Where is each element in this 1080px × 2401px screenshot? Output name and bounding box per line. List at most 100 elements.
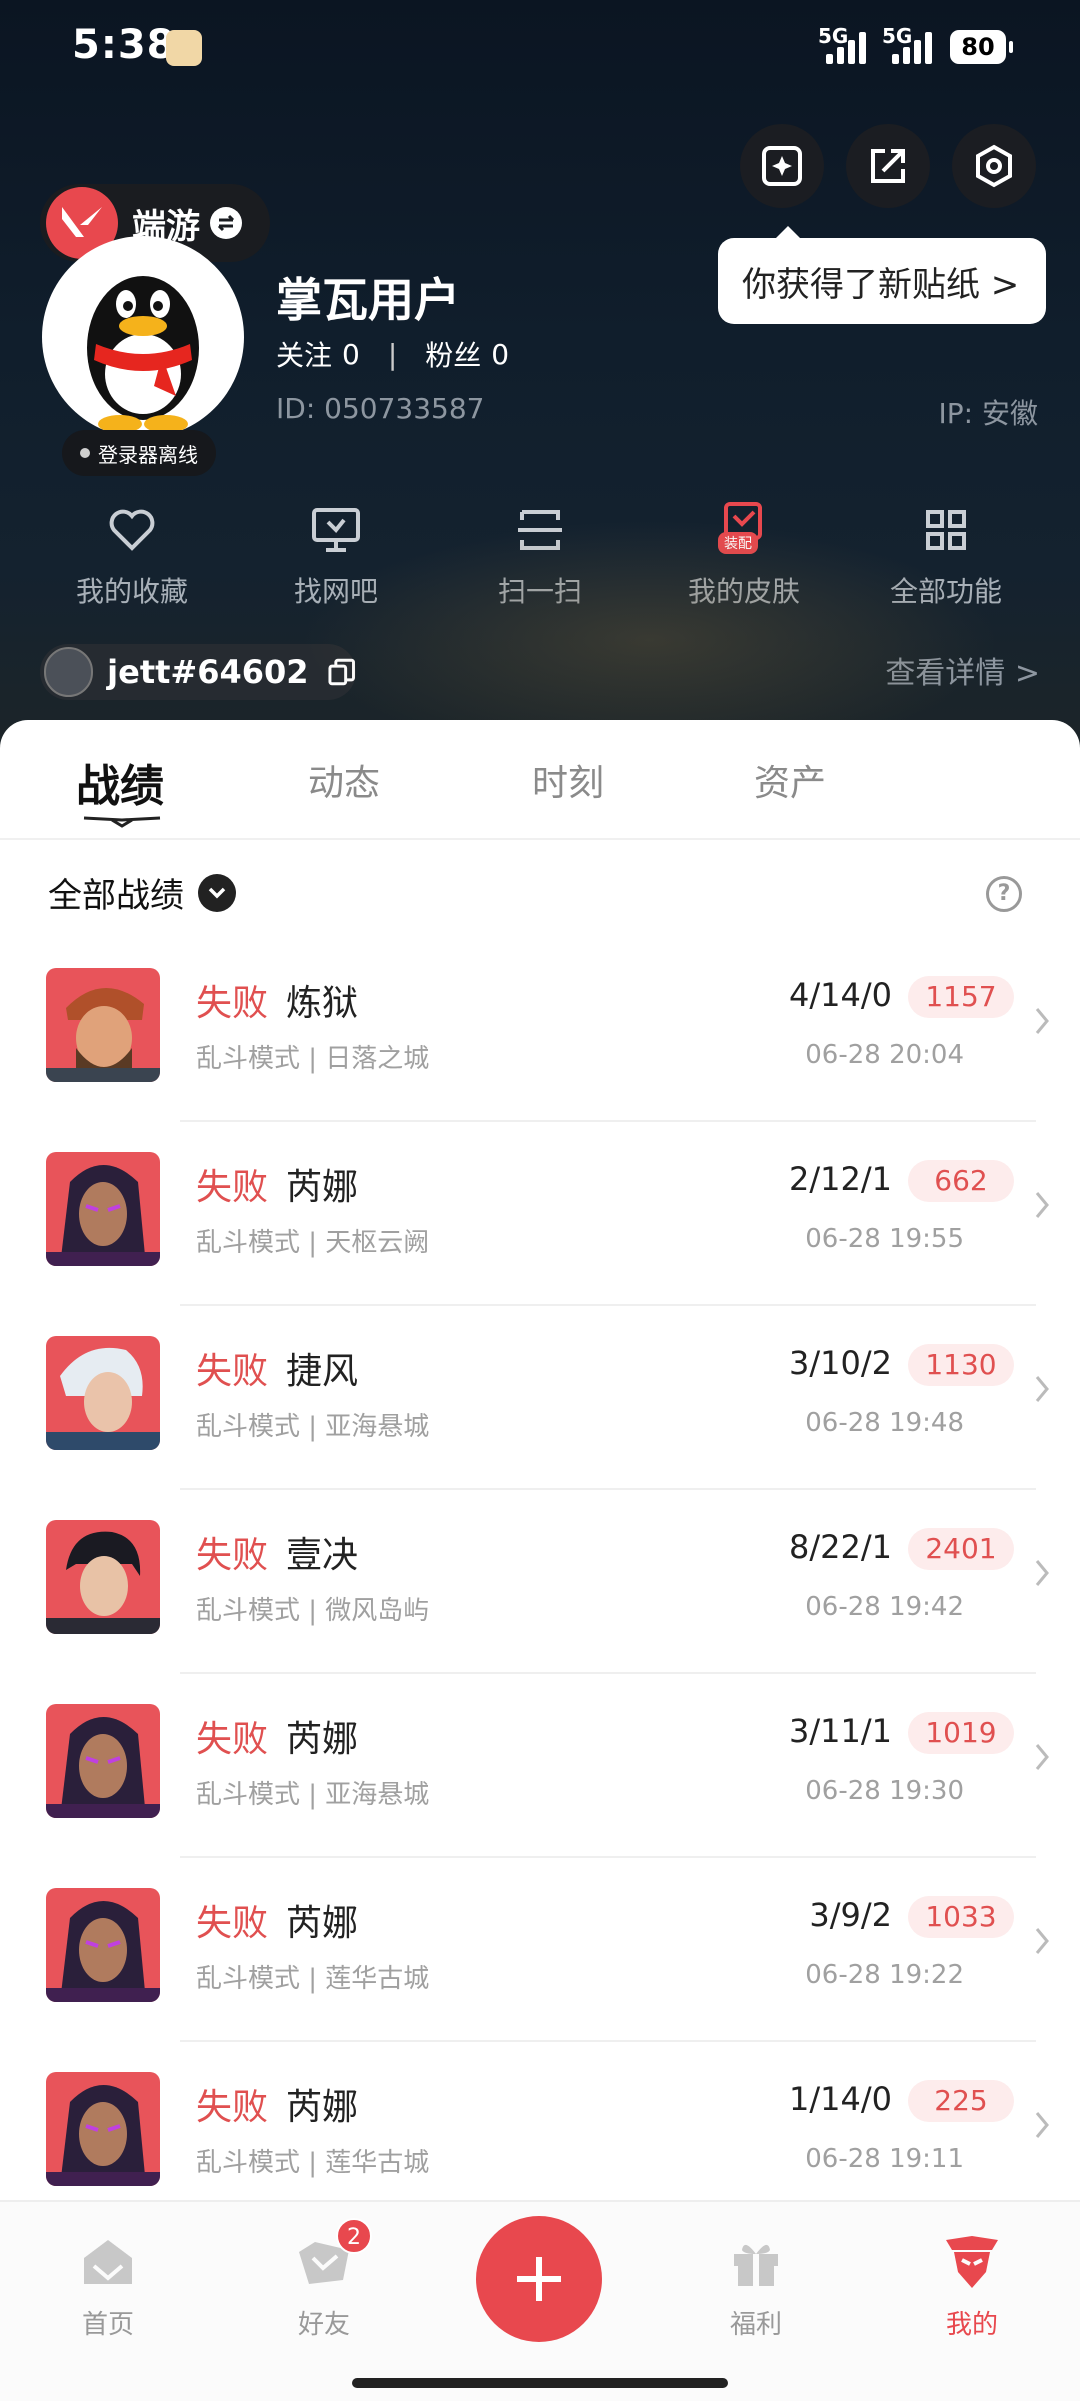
filter-label: 全部战绩 (48, 876, 184, 916)
agent-name: 芮娜 (286, 1719, 359, 1760)
share-button[interactable] (846, 124, 930, 208)
match-result: 失败 (196, 1719, 269, 1760)
battery-icon: 80 (950, 30, 1013, 64)
active-tab-indicator (83, 816, 161, 828)
agent-name: 捷风 (286, 1351, 359, 1392)
agent-name: 炼狱 (286, 983, 359, 1024)
login-status-label: 登录器离线 (98, 442, 198, 467)
avatar[interactable] (42, 236, 244, 438)
sticker-icon (762, 146, 802, 186)
match-score-badge: 1019 (908, 1712, 1014, 1754)
settings-button[interactable] (952, 124, 1036, 208)
notification-app-icon (166, 30, 202, 66)
ip-location: IP: 安徽 (938, 397, 1038, 430)
nav-label: 我的 (945, 2310, 998, 2340)
agent-name: 芮娜 (286, 1167, 359, 1208)
new-sticker-tooltip[interactable]: 你获得了新贴纸 > (718, 226, 1046, 324)
share-icon (871, 149, 905, 183)
help-icon[interactable]: ? (986, 876, 1022, 912)
match-score-badge: 1157 (908, 976, 1014, 1018)
nav-friends[interactable]: 2 好友 (254, 2218, 394, 2341)
match-kda: 8/22/1 (789, 1528, 892, 1566)
agent-avatar-icon (46, 1888, 160, 2002)
match-mode-map: 乱斗模式 | 莲华古城 (196, 2148, 430, 2178)
swap-icon (210, 207, 242, 239)
match-mode-map: 乱斗模式 | 亚海悬城 (196, 1412, 430, 1442)
view-details-link[interactable]: 查看详情 > (885, 648, 1040, 692)
chevron-right-icon (1035, 1192, 1049, 1218)
friends-badge: 2 (336, 2218, 372, 2254)
tab-feed[interactable]: 动态 (308, 754, 380, 806)
nav-label: 福利 (729, 2310, 782, 2340)
gift-icon (734, 2244, 778, 2286)
tab-records[interactable]: 战绩 (76, 750, 164, 814)
quick-action-label: 全部功能 (889, 575, 1002, 608)
match-row[interactable]: 失败 炼狱 乱斗模式 | 日落之城 4/14/0 1157 06-28 20:0… (0, 938, 1080, 1122)
quick-action-label: 我的皮肤 (687, 575, 800, 608)
chevron-right-icon (1035, 1744, 1049, 1770)
follow-stats: 关注 0 | 粉丝 0 (276, 334, 509, 374)
tab-moments[interactable]: 时刻 (532, 754, 604, 806)
match-row[interactable]: 失败 芮娜 乱斗模式 | 莲华古城 3/9/2 1033 06-28 19:22 (0, 1858, 1080, 2042)
chevron-right-icon (1035, 2112, 1049, 2138)
player-name: jett#64602 (107, 653, 309, 691)
agent-name: 芮娜 (286, 2087, 359, 2128)
quick-action-scan[interactable]: 扫一扫 (440, 500, 640, 610)
nav-rewards[interactable]: 福利 (686, 2232, 826, 2341)
fans-label[interactable]: 粉丝 (425, 334, 481, 374)
home-indicator[interactable] (352, 2378, 728, 2388)
quick-action-find-cafe[interactable]: 找网吧 (236, 500, 436, 610)
quick-action-label: 我的收藏 (75, 575, 188, 608)
match-result: 失败 (196, 1351, 269, 1392)
match-time: 06-28 20:04 (805, 1040, 964, 1070)
nav-me[interactable]: 我的 (902, 2232, 1042, 2341)
following-label[interactable]: 关注 (276, 334, 332, 374)
nav-label: 首页 (81, 2310, 134, 2340)
match-row[interactable]: 失败 芮娜 乱斗模式 | 天枢云阙 2/12/1 662 06-28 19:55 (0, 1122, 1080, 1306)
chevron-right-icon (1035, 1008, 1049, 1034)
match-time: 06-28 19:42 (805, 1592, 964, 1622)
match-kda: 3/10/2 (789, 1344, 892, 1382)
penguin-avatar-icon (87, 276, 199, 433)
plus-icon (517, 2257, 561, 2301)
match-score-badge: 1033 (908, 1896, 1014, 1938)
match-score-badge: 2401 (908, 1528, 1014, 1570)
player-tag[interactable]: jett#64602 (40, 644, 356, 700)
match-kda: 4/14/0 (789, 976, 892, 1014)
match-row[interactable]: 失败 芮娜 乱斗模式 | 莲华古城 1/14/0 225 06-28 19:11 (0, 2042, 1080, 2226)
quick-action-label: 找网吧 (293, 575, 378, 608)
sticker-button[interactable] (740, 124, 824, 208)
agent-avatar-icon (46, 1704, 160, 1818)
agent-avatar-icon (46, 1152, 160, 1266)
following-count[interactable]: 0 (342, 338, 360, 371)
quick-action-favorites[interactable]: 我的收藏 (32, 500, 232, 610)
user-id: ID: 050733587 (276, 392, 485, 425)
records-filter-dropdown[interactable]: 全部战绩 (48, 868, 236, 917)
status-bar: 5:38 5G 5G 80 (0, 0, 1080, 96)
match-result: 失败 (196, 2087, 269, 2128)
quick-action-my-skins[interactable]: 装配 我的皮肤 (644, 500, 844, 610)
home-icon (84, 2240, 132, 2284)
create-post-button[interactable] (476, 2216, 602, 2342)
match-mode-map: 乱斗模式 | 日落之城 (196, 1044, 430, 1074)
match-kda: 1/14/0 (789, 2080, 892, 2118)
monitor-icon (312, 508, 360, 552)
match-row[interactable]: 失败 芮娜 乱斗模式 | 亚海悬城 3/11/1 1019 06-28 19:3… (0, 1674, 1080, 1858)
nav-home[interactable]: 首页 (38, 2232, 178, 2341)
skin-equip-tag: 装配 (718, 532, 758, 554)
agent-name: 壹决 (286, 1535, 359, 1576)
match-result: 失败 (196, 1167, 269, 1208)
status-time: 5:38 (72, 22, 176, 68)
profile-header: 5:38 5G 5G 80 你获得了新贴纸 > 端游 登录器离线 掌瓦用户 关注… (0, 0, 1080, 760)
copy-icon[interactable] (327, 657, 356, 687)
tabs-divider (0, 838, 1080, 840)
fans-count[interactable]: 0 (491, 338, 509, 371)
match-row[interactable]: 失败 捷风 乱斗模式 | 亚海悬城 3/10/2 1130 06-28 19:4… (0, 1306, 1080, 1490)
chevron-right-icon (1035, 1928, 1049, 1954)
match-score-badge: 1130 (908, 1344, 1014, 1386)
profile-tabs: 战绩 动态 时刻 资产 (0, 720, 1080, 838)
tab-assets[interactable]: 资产 (754, 754, 826, 806)
quick-action-all-features[interactable]: 全部功能 (846, 500, 1046, 610)
match-row[interactable]: 失败 壹决 乱斗模式 | 微风岛屿 8/22/1 2401 06-28 19:4… (0, 1490, 1080, 1674)
match-time: 06-28 19:48 (805, 1408, 964, 1438)
